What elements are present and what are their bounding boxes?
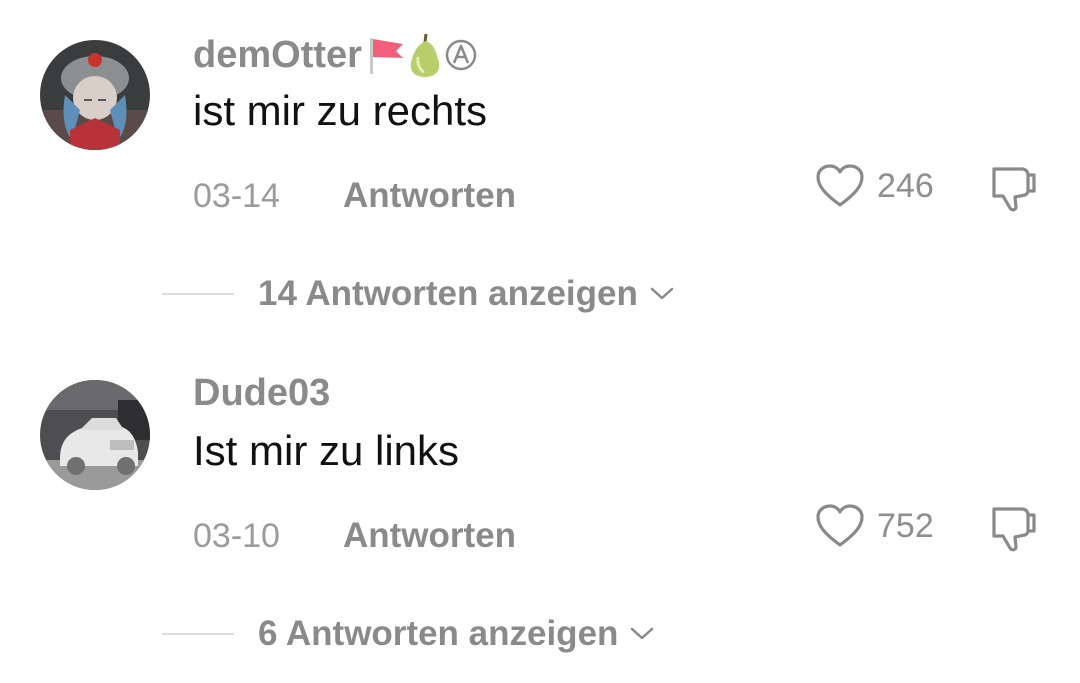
comment-meta: 03-14 Antworten xyxy=(193,178,516,213)
chevron-down-icon xyxy=(648,285,676,303)
comment-text: ist mir zu rechts xyxy=(193,87,488,134)
dislike-button[interactable] xyxy=(988,503,1040,553)
view-replies-label: 6 Antworten anzeigen xyxy=(258,614,619,653)
comment-username[interactable]: Dude03 xyxy=(193,374,330,412)
avatar[interactable] xyxy=(40,40,150,150)
reply-divider-line xyxy=(162,292,234,295)
view-replies-button[interactable]: 6 Antworten anzeigen xyxy=(162,616,656,651)
heart-icon xyxy=(815,163,865,209)
comment-item: Dude03 Ist mir zu links 03-10 Antworten … xyxy=(0,340,1080,680)
username-text: demOtter xyxy=(193,34,362,76)
comment-username[interactable]: demOtter xyxy=(193,32,478,78)
like-count: 752 xyxy=(877,507,934,545)
view-replies-button[interactable]: 14 Antworten anzeigen xyxy=(162,276,676,311)
reply-button[interactable]: Antworten xyxy=(343,178,516,213)
comment-date: 03-14 xyxy=(193,176,280,215)
dislike-button[interactable] xyxy=(988,163,1040,213)
avatar-image xyxy=(40,380,150,490)
comment-date: 03-10 xyxy=(193,516,280,555)
like-count: 246 xyxy=(877,167,934,205)
thumbs-down-icon xyxy=(992,167,1036,212)
pear-icon xyxy=(406,32,444,78)
username-text: Dude03 xyxy=(193,372,331,414)
like-button[interactable]: 246 xyxy=(815,163,934,209)
red-flag-icon xyxy=(366,34,406,76)
chevron-down-icon xyxy=(628,625,656,643)
avatar[interactable] xyxy=(40,380,150,490)
heart-icon xyxy=(815,503,865,549)
comment-item: demOtter ist mir zu rechts 03-14 Antwort… xyxy=(0,0,1080,340)
like-button[interactable]: 752 xyxy=(815,503,934,549)
view-replies-label: 14 Antworten anzeigen xyxy=(258,274,638,313)
reply-divider-line xyxy=(162,632,234,635)
comment-text: Ist mir zu links xyxy=(193,427,460,474)
thumbs-down-icon xyxy=(992,507,1036,552)
avatar-image xyxy=(40,40,150,150)
reply-button[interactable]: Antworten xyxy=(343,518,516,553)
circled-a-icon xyxy=(444,38,478,72)
badge-group xyxy=(366,32,478,78)
comment-meta: 03-10 Antworten xyxy=(193,518,516,553)
